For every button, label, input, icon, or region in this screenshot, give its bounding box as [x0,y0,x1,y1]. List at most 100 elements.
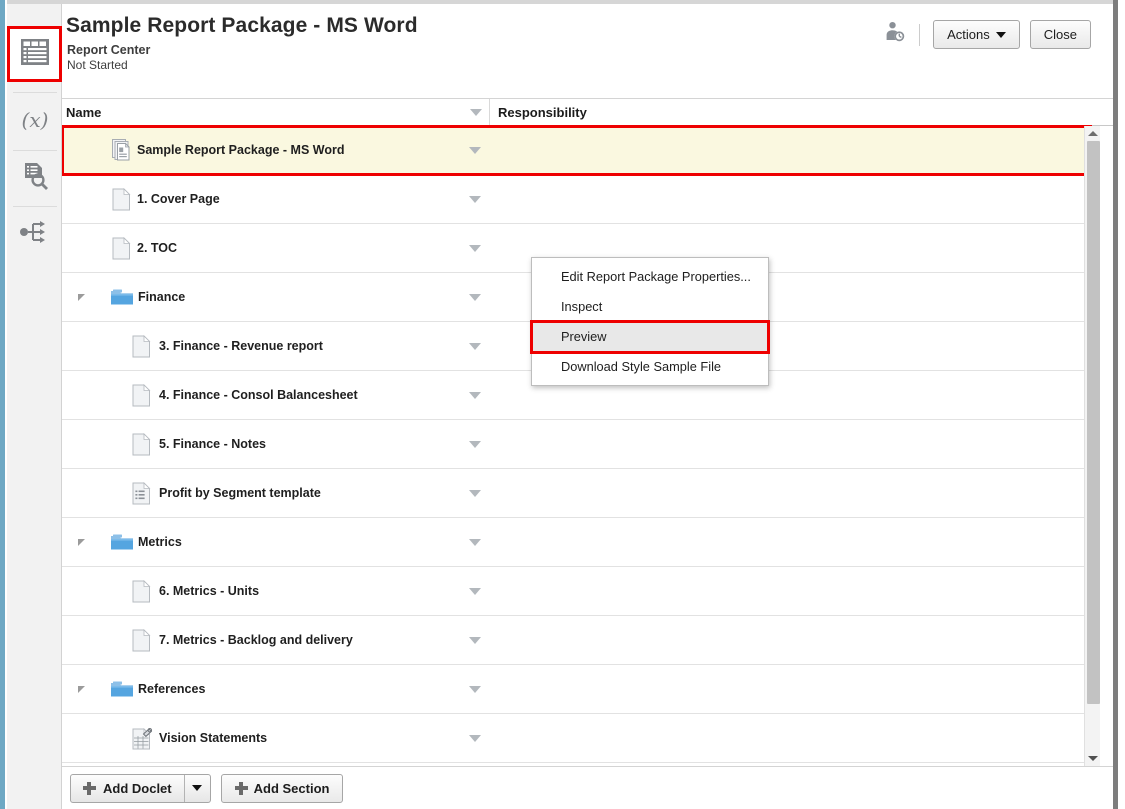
table-row[interactable]: Metrics [62,518,1091,567]
table-column-header: Name Responsibility [62,99,1113,126]
doclet-icon [132,432,151,456]
row-menu-arrow-icon[interactable] [469,392,481,399]
add-section-label: Add Section [253,780,330,796]
page-subtitle: Report Center [67,43,151,57]
rail-divider-1 [13,92,57,93]
header-divider [919,23,921,46]
workflow-branch-icon [19,218,51,251]
table-row[interactable]: Profit by Segment template [62,469,1091,518]
table-row[interactable]: 7. Metrics - Backlog and delivery [62,616,1091,665]
column-header-responsibility: Responsibility [498,105,587,120]
table-row[interactable]: Sample Report Package - MS Word [62,125,1092,176]
variable-x-icon: (x) [17,106,53,139]
context-menu-item[interactable]: Preview [530,320,770,354]
report-package-icon [112,138,134,162]
row-responsibility-cell [490,665,1091,713]
actions-button[interactable]: Actions [933,20,1020,49]
scroll-down-arrow-glyph [1088,756,1098,761]
actions-button-label: Actions [947,27,990,42]
scroll-up-icon[interactable] [1085,126,1101,141]
add-section-button[interactable]: Add Section [220,773,344,803]
table-row[interactable]: 1. Cover Page [62,175,1091,224]
row-responsibility-cell [490,616,1091,664]
sidebar-item-workflow[interactable] [7,206,62,262]
row-name-cell: Finance [62,273,489,321]
svg-text:(x): (x) [21,108,48,132]
expand-collapse-triangle-icon[interactable] [78,294,85,301]
row-menu-arrow-icon[interactable] [469,637,481,644]
scroll-down-icon[interactable] [1085,751,1101,766]
row-name-cell: 4. Finance - Consol Balancesheet [62,371,489,419]
row-responsibility-cell [490,518,1091,566]
row-label: 5. Finance - Notes [159,437,266,451]
report-package-tree-table: Name Responsibility Sample Report Packag… [62,99,1113,766]
sidebar-item-variables[interactable]: (x) [7,94,62,150]
context-menu-item[interactable]: Download Style Sample File [532,352,768,382]
row-name-cell: References [62,665,489,713]
row-menu-arrow-icon[interactable] [469,588,481,595]
document-search-icon [20,161,50,196]
row-menu-arrow-icon[interactable] [469,147,481,154]
close-button-label: Close [1043,27,1077,42]
row-name-cell: 3. Finance - Revenue report [62,322,489,370]
sidebar-item-report-center[interactable] [7,26,62,82]
row-menu-arrow-icon[interactable] [469,294,481,301]
row-label: 4. Finance - Consol Balancesheet [159,388,358,402]
row-responsibility-cell [490,420,1091,468]
folder-icon [110,288,134,307]
header-actions: Actions Close [884,20,1091,49]
close-button[interactable]: Close [1029,20,1091,49]
report-package-window: (x) Sample Report Package - MS Word Repo… [0,0,1125,809]
row-name-cell: Metrics [62,518,489,566]
doclet-icon [132,579,151,603]
row-menu-arrow-icon[interactable] [469,343,481,350]
row-menu-arrow-icon[interactable] [469,245,481,252]
row-responsibility-cell [490,469,1091,517]
column-divider[interactable] [489,99,490,125]
row-label: 3. Finance - Revenue report [159,339,323,353]
expand-collapse-triangle-icon[interactable] [78,539,85,546]
sidebar-item-review[interactable] [7,150,62,206]
scrollbar-thumb[interactable] [1087,141,1100,704]
chevron-down-icon [192,785,203,791]
page-header: Sample Report Package - MS Word Report C… [62,4,1113,99]
row-name-cell: Vision Statements [62,714,489,762]
window-right-gutter [1118,0,1125,809]
add-doclet-split-button[interactable]: Add Doclet [70,773,211,803]
row-label: Metrics [138,535,182,549]
row-label: Profit by Segment template [159,486,321,500]
row-menu-arrow-icon[interactable] [469,196,481,203]
row-context-menu[interactable]: Edit Report Package Properties... Inspect… [530,257,770,386]
row-label: Sample Report Package - MS Word [137,143,345,157]
report-table-icon [20,38,50,71]
row-label: Finance [138,290,186,304]
row-name-cell: 5. Finance - Notes [62,420,489,468]
scroll-up-arrow-glyph [1088,131,1098,136]
doclet-icon [132,628,151,652]
row-menu-arrow-icon[interactable] [469,490,481,497]
left-icon-rail: (x) [7,4,62,809]
row-menu-arrow-icon[interactable] [469,441,481,448]
sort-descending-icon[interactable] [470,109,482,116]
user-clock-icon[interactable] [884,21,906,48]
row-menu-arrow-icon[interactable] [469,735,481,742]
add-doclet-dropdown-button[interactable] [183,774,210,802]
row-menu-arrow-icon[interactable] [469,539,481,546]
row-name-cell: 2. TOC [62,224,489,272]
row-name-cell: Profit by Segment template [62,469,489,517]
context-menu-item[interactable]: Edit Report Package Properties... [532,262,768,292]
vertical-scrollbar[interactable] [1084,126,1100,766]
table-row[interactable]: 5. Finance - Notes [62,420,1091,469]
table-row[interactable]: Vision Statements [62,714,1091,763]
table-row[interactable]: References [62,665,1091,714]
row-menu-arrow-icon[interactable] [469,686,481,693]
row-responsibility-cell [490,175,1091,223]
row-responsibility-cell [490,126,1091,174]
page-title: Sample Report Package - MS Word [66,14,418,37]
context-menu-item[interactable]: Inspect [532,292,768,322]
table-row[interactable]: 6. Metrics - Units [62,567,1091,616]
row-label: References [138,682,206,696]
add-doclet-button[interactable]: Add Doclet [71,775,184,802]
expand-collapse-triangle-icon[interactable] [78,686,85,693]
column-header-name: Name [66,105,102,120]
